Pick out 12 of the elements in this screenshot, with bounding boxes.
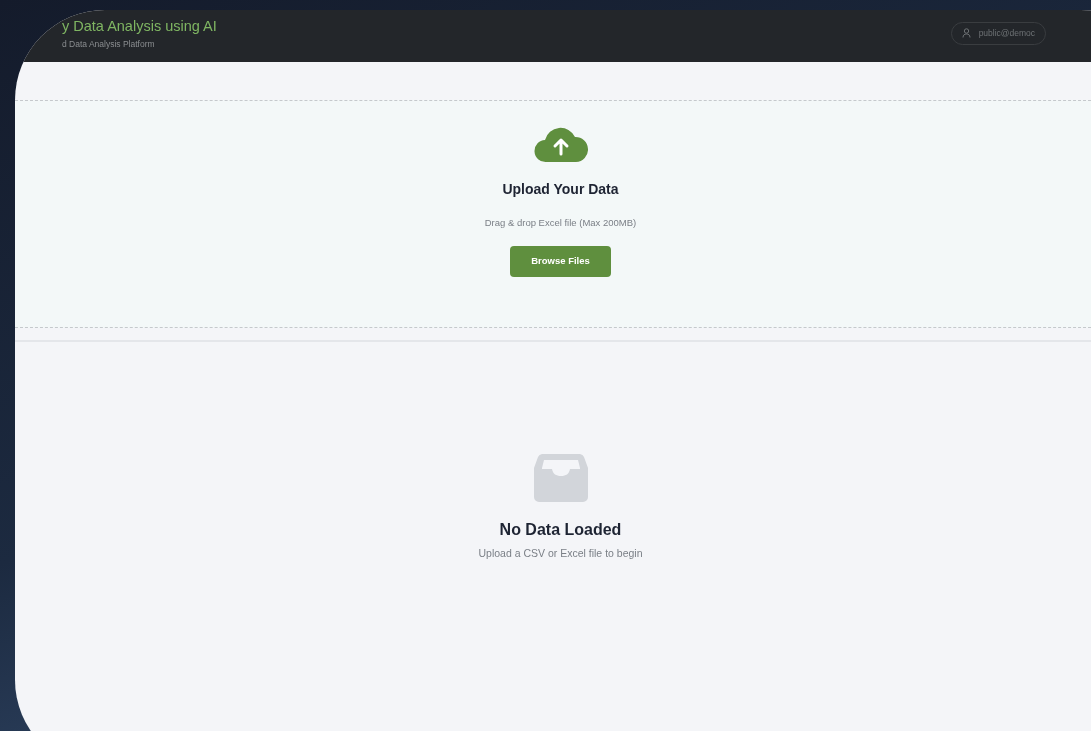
inbox-icon	[533, 454, 588, 502]
user-icon	[961, 28, 971, 39]
upload-title: Upload Your Data	[502, 180, 619, 199]
user-email: public@democ	[978, 27, 1035, 40]
upload-dropzone[interactable]: Upload Your Data Drag & drop Excel file (Max 200MB) Browse Files	[15, 100, 1091, 328]
cloud-upload-icon	[533, 125, 588, 163]
upload-hint: Drag & drop Excel file (Max 200MB)	[484, 216, 637, 230]
app-title: y Data Analysis using AI	[62, 17, 217, 36]
app-subtitle: d Data Analysis Platform	[62, 37, 156, 51]
empty-state-message: Upload a CSV or Excel file to begin	[478, 546, 643, 561]
empty-state-title: No Data Loaded	[499, 520, 622, 540]
browse-files-button[interactable]: Browse Files	[510, 246, 611, 277]
